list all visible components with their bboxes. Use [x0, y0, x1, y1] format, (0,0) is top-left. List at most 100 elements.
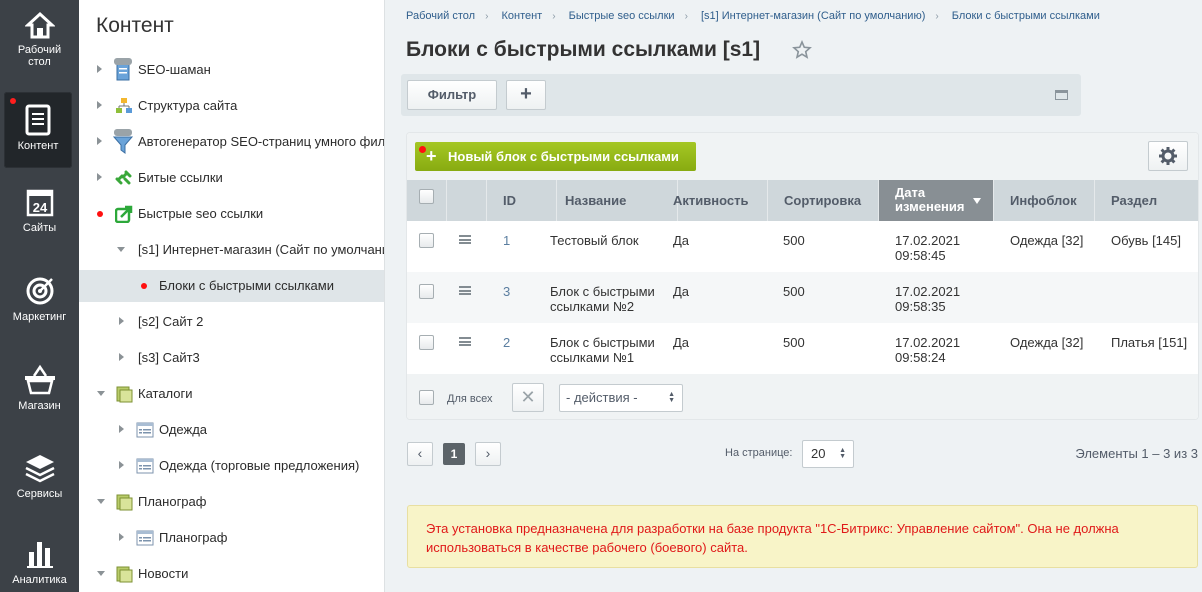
collapse-arrow[interactable] — [117, 247, 125, 252]
row-checkbox[interactable] — [419, 233, 434, 248]
nav-desktop-label: Рабочий — [17, 44, 62, 56]
tree-item-quick-seo-links[interactable]: Быстрые seo ссылки — [79, 198, 384, 230]
add-filter-button[interactable]: + — [506, 80, 546, 110]
notification-dot — [10, 98, 16, 104]
tree-item-quick-link-blocks[interactable]: Блоки с быстрыми ссылками — [79, 270, 384, 302]
tree-item-broken-links[interactable]: Битые ссылки — [79, 162, 384, 194]
tree-item-s3[interactable]: [s3] Сайт3 — [79, 342, 384, 374]
breadcrumb-item[interactable]: Быстрые seo ссылки — [569, 10, 675, 22]
drag-handle-icon[interactable] — [459, 286, 471, 295]
bar-chart-icon — [26, 542, 53, 568]
page-title: Блоки с быстрыми ссылками [s1] — [406, 38, 761, 61]
document-icon — [25, 104, 51, 136]
expand-arrow[interactable] — [119, 425, 124, 433]
breadcrumb-item[interactable]: [s1] Интернет-магазин (Сайт по умолчанию… — [701, 10, 925, 22]
nav-marketing-label: Маркетинг — [12, 311, 67, 323]
row-checkbox[interactable] — [419, 284, 434, 299]
column-header-id[interactable]: ID — [487, 180, 557, 221]
expand-arrow[interactable] — [97, 101, 102, 109]
collapse-arrow[interactable] — [97, 391, 105, 396]
left-navigation: Рабочий стол Контент 24 Сайты Маркетинг … — [0, 0, 79, 592]
tree-item-seo-shaman[interactable]: SEO-шаман — [79, 54, 384, 86]
column-header-sort[interactable]: Сортировка — [768, 180, 879, 221]
per-page-select[interactable]: 20 ▲ ▼ — [802, 440, 854, 468]
tree-item-label: Блоки с быстрыми ссылками — [159, 278, 334, 293]
next-page-button[interactable]: › — [475, 442, 501, 466]
close-icon: ✕ — [520, 387, 536, 407]
column-header-section[interactable]: Раздел — [1095, 180, 1198, 221]
tree-item-clothes-offers[interactable]: Одежда (торговые предложения) — [79, 450, 384, 482]
tree-item-news[interactable]: Новости — [79, 558, 384, 590]
notification-dot — [141, 283, 147, 289]
cell-name[interactable]: Блок с быстрыми ссылками №2 — [550, 284, 655, 314]
select-all-checkbox[interactable] — [419, 189, 434, 204]
for-all-checkbox[interactable] — [419, 390, 434, 405]
tree-item-s2[interactable]: [s2] Сайт 2 — [79, 306, 384, 338]
current-page[interactable]: 1 — [443, 443, 465, 465]
actions-select[interactable]: - действия - ▲ ▼ — [559, 384, 683, 412]
nav-desktop[interactable]: Рабочий стол — [0, 10, 79, 80]
column-header-active[interactable]: Активность — [657, 180, 768, 221]
cell-name[interactable]: Тестовый блок — [550, 233, 639, 248]
broken-link-icon — [115, 170, 132, 185]
drag-handle-icon[interactable] — [459, 235, 471, 244]
expand-arrow[interactable] — [97, 65, 102, 73]
table-row[interactable]: 1 Тестовый блок Да 500 17.02.2021 09:58:4… — [407, 221, 1198, 272]
breadcrumb-item[interactable]: Рабочий стол — [406, 10, 475, 22]
expand-arrow[interactable] — [119, 353, 124, 361]
cell-date: 17.02.2021 09:58:45 — [895, 233, 960, 263]
expand-arrow[interactable] — [119, 533, 124, 541]
per-page-value: 20 — [811, 446, 826, 461]
new-block-button[interactable]: + Новый блок с быстрыми ссылками — [415, 142, 696, 171]
tree-item-seo-autogen[interactable]: Автогенератор SEO-страниц умного фильтра — [79, 126, 384, 158]
expand-arrow[interactable] — [119, 461, 124, 469]
cell-id[interactable]: 2 — [503, 335, 510, 350]
nav-shop-label: Магазин — [18, 400, 61, 412]
seo-doc-icon — [114, 58, 132, 81]
breadcrumb-separator-icon: › — [935, 11, 939, 22]
nav-shop[interactable]: Магазин — [0, 364, 79, 420]
cell-id[interactable]: 1 — [503, 233, 510, 248]
filter-button[interactable]: Фильтр — [407, 80, 497, 110]
collapse-arrow[interactable] — [97, 499, 105, 504]
cell-sort: 500 — [783, 335, 805, 350]
table-row[interactable]: 2 Блок с быстрыми ссылками №1 Да 500 17.0… — [407, 323, 1198, 374]
window-icon[interactable] — [1055, 90, 1068, 100]
cell-name[interactable]: Блок с быстрыми ссылками №1 — [550, 335, 655, 365]
expand-arrow[interactable] — [97, 173, 102, 181]
expand-arrow[interactable] — [97, 137, 102, 145]
nav-sites[interactable]: 24 Сайты — [0, 188, 79, 244]
tree-item-label: Каталоги — [138, 386, 193, 401]
breadcrumb-item[interactable]: Контент — [501, 10, 542, 22]
cell-name-line2: ссылками №1 — [550, 350, 635, 365]
cell-id[interactable]: 3 — [503, 284, 510, 299]
tree-item-planograph-group[interactable]: Планограф — [79, 486, 384, 518]
cell-date-time: 09:58:45 — [895, 248, 946, 263]
tree-item-clothes[interactable]: Одежда — [79, 414, 384, 446]
star-icon[interactable] — [792, 40, 812, 60]
expand-arrow[interactable] — [119, 317, 124, 325]
prev-page-button[interactable]: ‹ — [407, 442, 433, 466]
tree-item-s1[interactable]: [s1] Интернет-магазин (Сайт по умолчанию… — [79, 234, 384, 266]
breadcrumb-item[interactable]: Блоки с быстрыми ссылками — [952, 10, 1100, 22]
quick-link-icon — [115, 205, 133, 223]
tree-item-planograph[interactable]: Планограф — [79, 522, 384, 554]
column-header-date[interactable]: Дата изменения — [879, 180, 994, 221]
nav-analytics[interactable]: Аналитика — [0, 538, 79, 592]
filter-bar: Фильтр + — [401, 74, 1081, 116]
row-checkbox[interactable] — [419, 335, 434, 350]
cell-date-time: 09:58:24 — [895, 350, 946, 365]
nav-marketing[interactable]: Маркетинг — [0, 275, 79, 331]
nav-content[interactable]: Контент — [4, 92, 72, 168]
collapse-arrow[interactable] — [97, 571, 105, 576]
column-header-iblock[interactable]: Инфоблок — [994, 180, 1095, 221]
updown-icon: ▲ ▼ — [668, 391, 675, 404]
cancel-button[interactable]: ✕ — [512, 383, 544, 412]
tree-item-site-structure[interactable]: Структура сайта — [79, 90, 384, 122]
table-row[interactable]: 3 Блок с быстрыми ссылками №2 Да 500 17.0… — [407, 272, 1198, 323]
tree-item-catalogs[interactable]: Каталоги — [79, 378, 384, 410]
drag-handle-icon[interactable] — [459, 337, 471, 346]
nav-services[interactable]: Сервисы — [0, 452, 79, 508]
settings-button[interactable] — [1148, 141, 1188, 171]
calendar-number: 24 — [32, 200, 47, 215]
